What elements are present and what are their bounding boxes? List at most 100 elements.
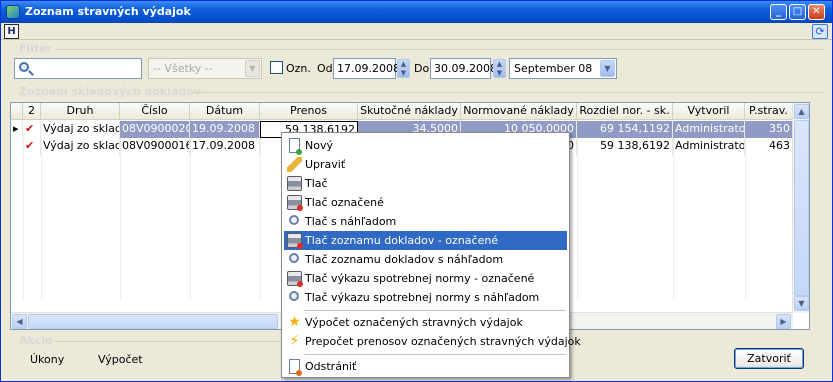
date-from-spinner[interactable]: ▲ ▼ xyxy=(397,59,410,78)
scroll-left-icon[interactable]: ◀ xyxy=(12,314,27,329)
close-window-button[interactable]: ✕ xyxy=(808,4,825,20)
menu-item-tlac-vykazu-oznacene[interactable]: Tlač výkazu spotrebnej normy - označené xyxy=(284,269,567,288)
menu-item-label: Výpočet označených stravných výdajok xyxy=(305,316,523,329)
column-header[interactable]: Skutočné náklady xyxy=(358,103,461,120)
cell-pstrav: 463 xyxy=(745,138,793,155)
cell-vytvoril: Administrator xyxy=(673,138,745,155)
actions-divider xyxy=(55,341,281,342)
vertical-scroll-thumb[interactable] xyxy=(794,120,809,296)
do-label: Do xyxy=(414,62,430,75)
menu-item-tlac-nahlad[interactable]: Tlač s náhľadom xyxy=(284,212,567,231)
column-header[interactable]: 2 xyxy=(23,103,41,120)
type-select-value: -- Všetky -- xyxy=(153,62,213,75)
menu-item-tlac-vykazu-nahlad[interactable]: Tlač výkazu spotrebnej normy s náhľadom xyxy=(284,288,567,307)
marked-checkbox[interactable] xyxy=(270,61,283,74)
type-select[interactable]: -- Všetky -- ▼ xyxy=(148,58,262,79)
column-header[interactable]: Druh xyxy=(41,103,120,120)
row-pointer-icon: ▸ xyxy=(11,121,23,138)
menu-separator xyxy=(304,310,566,311)
date-to-spinner[interactable]: ▲ ▼ xyxy=(493,59,506,78)
context-menu: Nový Upraviť Tlač Tlač označené Tlač s n… xyxy=(281,132,581,378)
search-icon xyxy=(19,62,29,72)
column-header[interactable]: Dátum xyxy=(190,103,260,120)
menu-item-label: Tlač označené xyxy=(305,196,384,209)
menu-item-label: Nový xyxy=(305,139,333,152)
menu-item-tlac-oznacene[interactable]: Tlač označené xyxy=(284,193,567,212)
marked-checkbox-label: Ozn. xyxy=(286,62,311,75)
menu-item-label: Tlač zoznamu dokladov - označené xyxy=(305,234,499,247)
vypocet-menu-button[interactable]: Výpočet xyxy=(98,353,143,366)
menu-item-novy[interactable]: Nový xyxy=(284,136,567,155)
month-select[interactable]: September 08 ▼ xyxy=(509,58,617,79)
date-to-value: 30.09.2008 xyxy=(434,62,497,75)
cell-rozdiel: 69 154,1192 xyxy=(577,121,673,138)
menu-item-label: Tlač xyxy=(305,177,328,190)
menu-item-tlac-zoznamu-oznacene[interactable]: Tlač zoznamu dokladov - označené xyxy=(284,231,567,250)
printer-icon xyxy=(287,176,302,191)
window-title: Zoznam stravných výdajok xyxy=(25,5,191,18)
checkmark-icon[interactable]: ✔ xyxy=(23,121,41,138)
column-header[interactable]: P.strav. xyxy=(745,103,793,120)
edit-icon xyxy=(287,157,302,172)
menu-item-vypocet[interactable]: ★ Výpočet označených stravných výdajok xyxy=(284,313,567,332)
row-indicator-header xyxy=(11,103,23,120)
star-icon: ★ xyxy=(288,314,301,330)
h-button[interactable]: H xyxy=(4,24,19,39)
chevron-down-icon: ▼ xyxy=(600,60,615,77)
grid-group-title: Zoznam skladových dokladov xyxy=(19,85,202,98)
preview-icon xyxy=(289,253,299,263)
date-from-value: 17.09.2008 xyxy=(337,62,400,75)
printer-marked-icon xyxy=(287,271,303,287)
menu-item-label: Tlač zoznamu dokladov s náhľadom xyxy=(305,253,504,266)
scroll-right-icon[interactable]: ▶ xyxy=(776,314,791,329)
menu-item-tlac[interactable]: Tlač xyxy=(284,174,567,193)
minimize-button[interactable]: _ xyxy=(770,4,787,20)
menu-item-label: Prepočet prenosov označených stravných v… xyxy=(305,335,581,348)
menu-item-upravit[interactable]: Upraviť xyxy=(284,155,567,174)
search-input[interactable] xyxy=(14,58,142,79)
new-document-icon xyxy=(289,138,302,155)
cell-datum: 17.09.2008 xyxy=(190,138,260,155)
cell-cislo: 08V0900020 xyxy=(120,121,190,138)
horizontal-scroll-thumb[interactable] xyxy=(28,314,278,329)
menu-item-label: Tlač výkazu spotrebnej normy - označené xyxy=(305,272,535,285)
filter-group-title: Filter xyxy=(19,42,53,55)
title-bar[interactable]: Zoznam stravných výdajok _ □ ✕ xyxy=(1,1,832,23)
column-header[interactable]: Rozdiel nor. - sk. xyxy=(577,103,673,120)
menu-item-label: Odstrániť xyxy=(305,360,357,373)
app-icon xyxy=(6,5,20,19)
refresh-icon[interactable]: ⟳ xyxy=(812,24,828,39)
checkmark-icon[interactable]: ✔ xyxy=(23,138,41,155)
main-window: Zoznam stravných výdajok _ □ ✕ H ⟳ Filte… xyxy=(0,0,833,382)
menu-item-tlac-zoznamu-nahlad[interactable]: Tlač zoznamu dokladov s náhľadom xyxy=(284,250,567,269)
cell-druh: Výdaj zo skladu xyxy=(41,121,120,138)
column-header[interactable]: Normované náklady xyxy=(461,103,577,120)
preview-icon xyxy=(289,215,299,225)
delete-icon xyxy=(289,359,302,376)
menu-item-prepocet[interactable]: ⚡ Prepočet prenosov označených stravných… xyxy=(284,332,581,351)
cell-cislo: 08V0900016 xyxy=(120,138,190,155)
column-header[interactable]: Vytvoril xyxy=(673,103,745,120)
scroll-down-icon[interactable]: ▼ xyxy=(794,296,809,311)
chevron-down-icon: ▼ xyxy=(245,60,260,77)
date-to-field[interactable]: 30.09.2008 xyxy=(430,58,497,79)
ukony-menu-button[interactable]: Úkony xyxy=(30,353,64,366)
month-select-value: September 08 xyxy=(514,62,593,75)
close-button[interactable]: Zatvoriť xyxy=(734,348,804,369)
menu-separator xyxy=(304,354,566,355)
column-header[interactable]: Prenos xyxy=(260,103,358,120)
printer-marked-icon xyxy=(287,195,303,211)
date-from-field[interactable]: 17.09.2008 xyxy=(333,58,400,79)
scroll-up-icon[interactable]: ▲ xyxy=(794,104,809,119)
cell-pstrav: 350 xyxy=(745,121,793,138)
sub-toolbar: H ⟳ xyxy=(1,23,832,40)
column-header[interactable]: Číslo xyxy=(120,103,190,120)
menu-item-label: Tlač s náhľadom xyxy=(305,215,397,228)
menu-item-label: Upraviť xyxy=(305,158,346,171)
actions-group-title: Akcie xyxy=(19,334,53,347)
filter-divider xyxy=(57,49,825,50)
vertical-scrollbar[interactable]: ▲ ▼ xyxy=(792,103,809,313)
grid-header: 2 Druh Číslo Dátum Prenos Skutočné nákla… xyxy=(11,103,793,120)
maximize-button[interactable]: □ xyxy=(789,4,806,20)
menu-item-odstranit[interactable]: Odstrániť xyxy=(284,357,567,376)
